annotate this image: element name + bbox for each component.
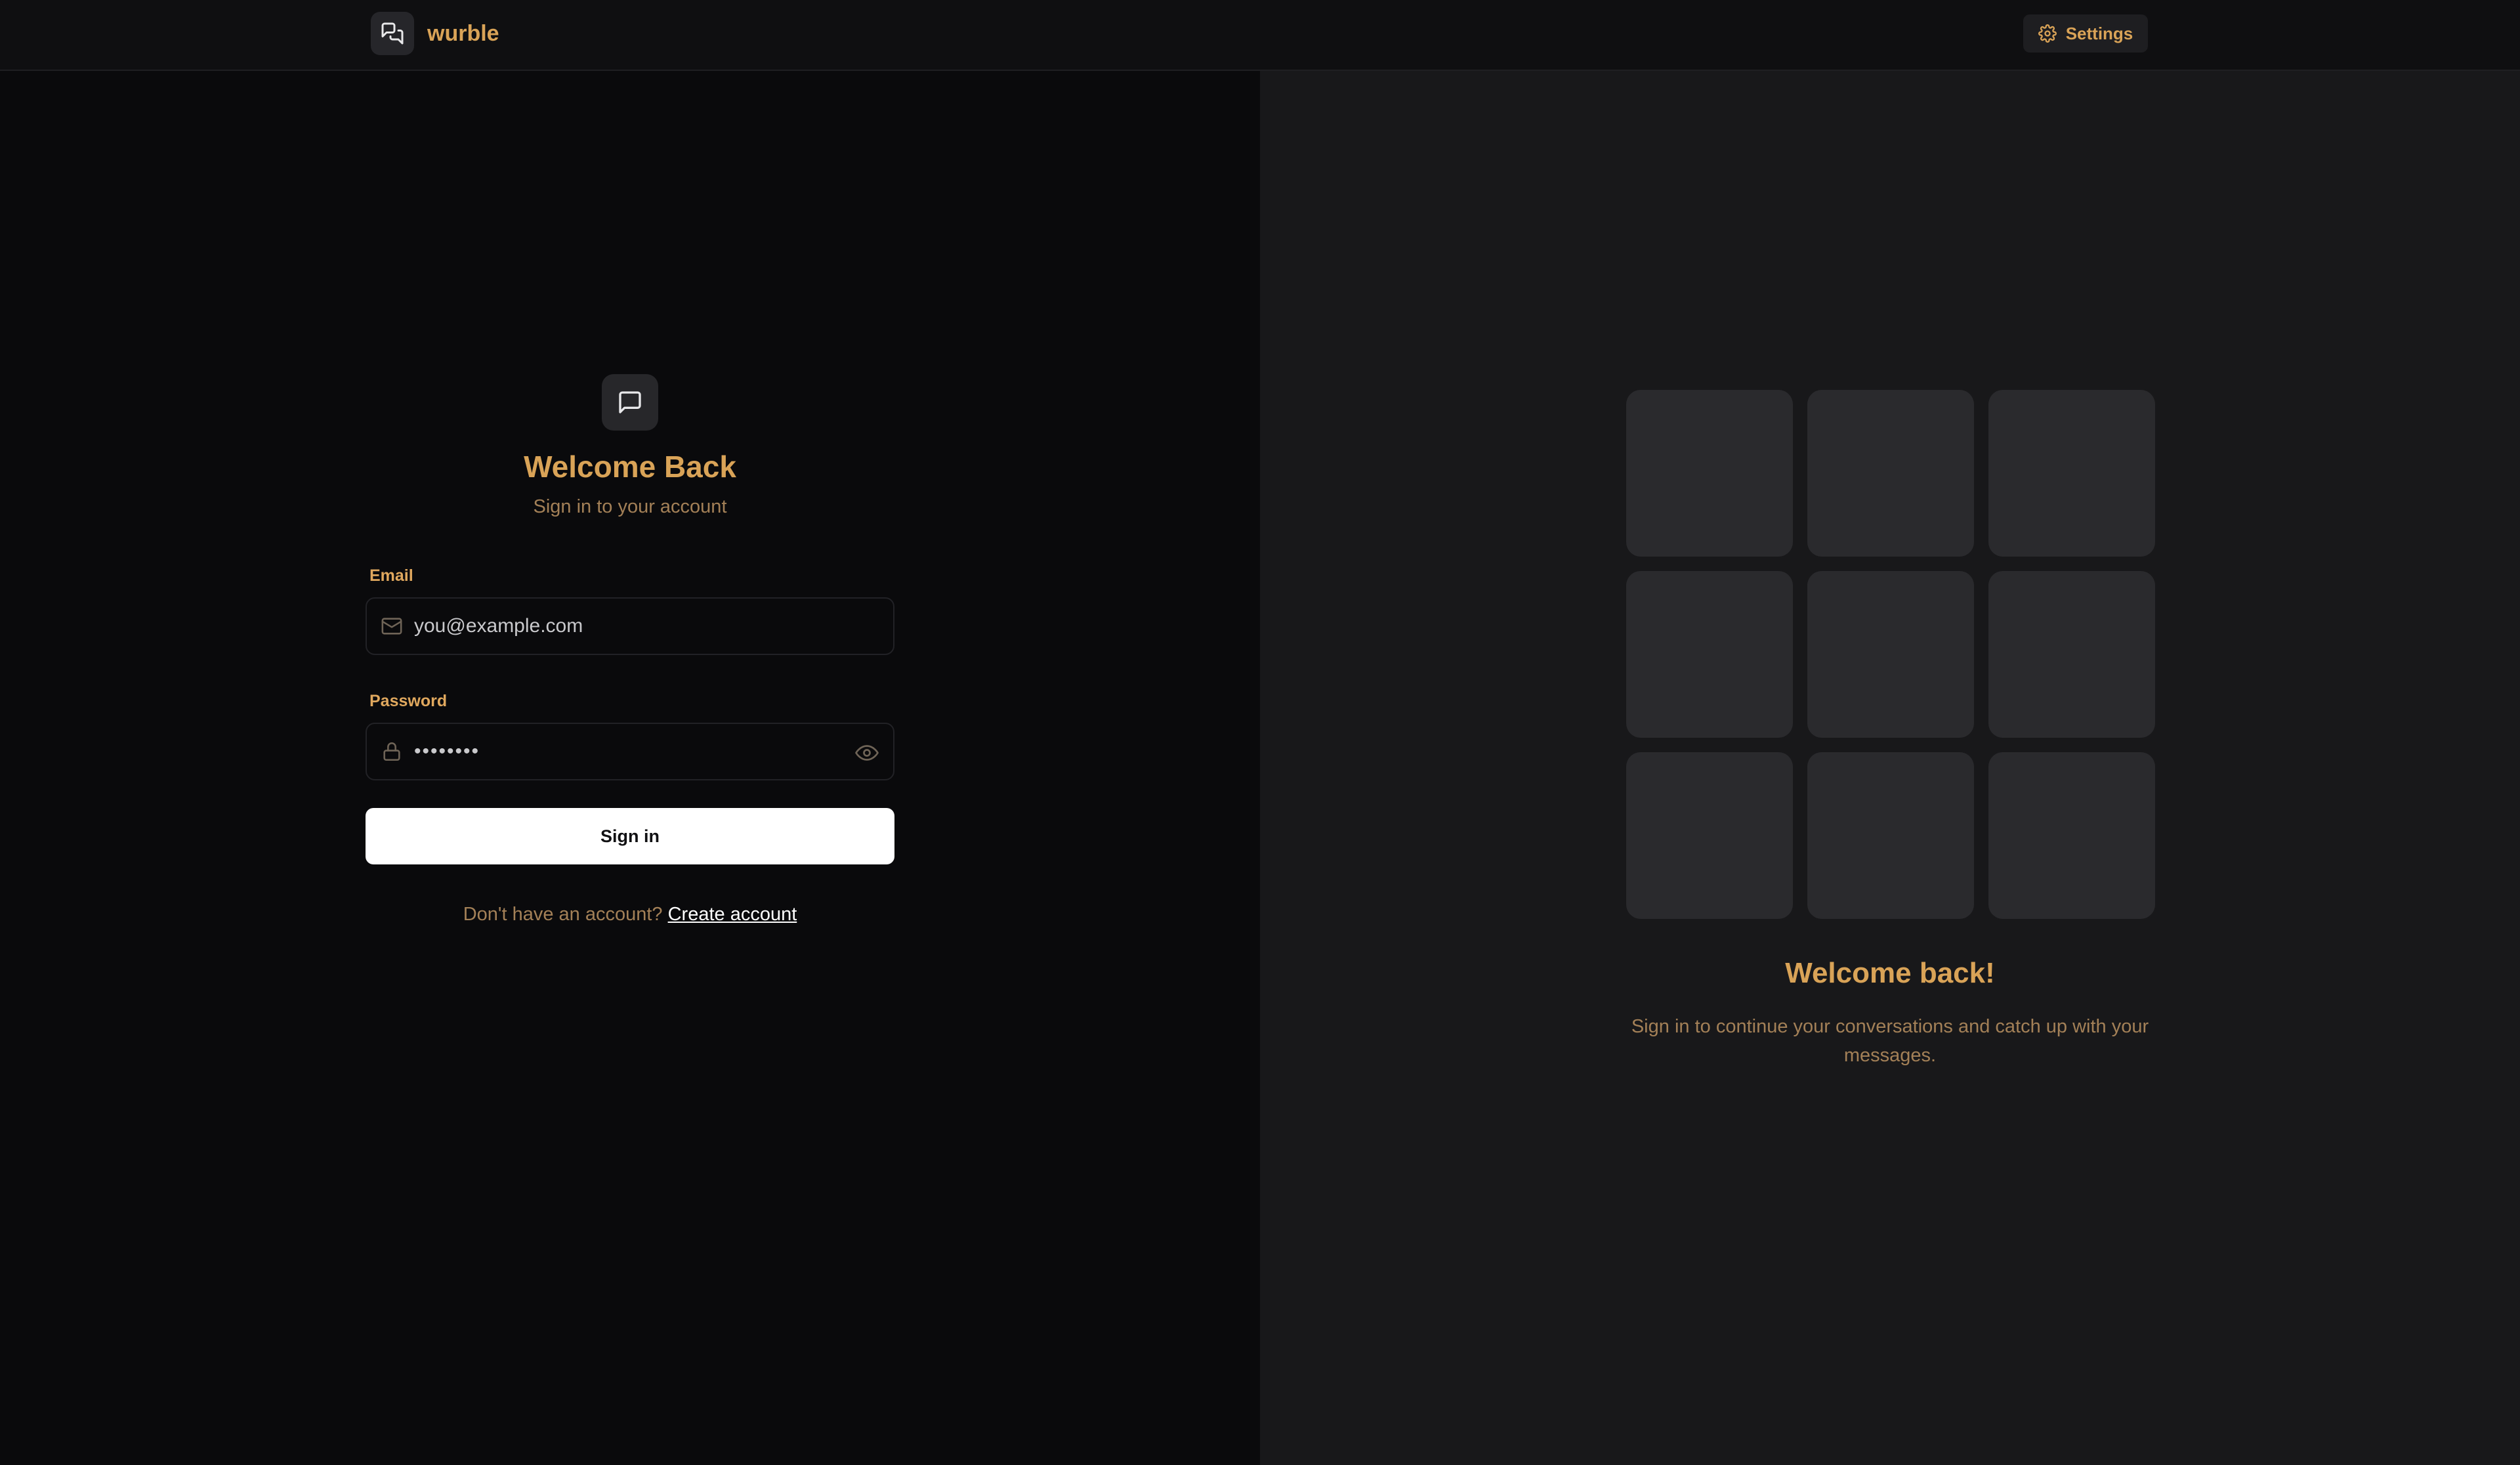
- placeholder-tile: [1626, 752, 1793, 919]
- eye-icon[interactable]: [855, 741, 879, 765]
- placeholder-tile: [1988, 571, 2155, 738]
- lock-icon: [380, 740, 404, 763]
- email-label: Email: [369, 566, 413, 585]
- sign-in-button[interactable]: Sign in: [366, 808, 894, 864]
- brand-name: wurble: [427, 20, 499, 46]
- login-title: Welcome Back: [524, 450, 736, 484]
- login-form: Welcome Back Sign in to your account Ema…: [366, 374, 894, 925]
- email-field[interactable]: you@example.com: [366, 597, 894, 655]
- password-value: ••••••••: [414, 740, 480, 762]
- create-account-link[interactable]: Create account: [668, 904, 797, 925]
- placeholder-tile: [1807, 752, 1974, 919]
- promo-title: Welcome back!: [1785, 957, 1995, 989]
- settings-label: Settings: [2065, 23, 2133, 43]
- settings-button[interactable]: Settings: [2023, 14, 2148, 53]
- mail-icon: [380, 614, 404, 638]
- placeholder-tile-grid: [1626, 390, 2155, 919]
- create-account-prompt: Don't have an account? Create account: [366, 904, 894, 925]
- placeholder-tile: [1807, 571, 1974, 738]
- promo-text: Sign in to continue your conversations a…: [1631, 1016, 2149, 1066]
- top-navbar: wurble Settings: [0, 0, 2520, 71]
- chat-bubble-icon: [602, 374, 658, 431]
- email-value: you@example.com: [414, 615, 583, 637]
- password-label: Password: [369, 692, 448, 710]
- placeholder-tile: [1807, 390, 1974, 557]
- placeholder-tile: [1988, 752, 2155, 919]
- brand[interactable]: wurble: [371, 12, 499, 55]
- placeholder-tile: [1988, 390, 2155, 557]
- password-field[interactable]: ••••••••: [366, 723, 894, 780]
- gear-icon: [2038, 24, 2057, 43]
- login-subtitle: Sign in to your account: [533, 496, 727, 517]
- chat-bubbles-icon: [371, 12, 414, 55]
- no-account-text: Don't have an account?: [463, 904, 663, 925]
- placeholder-tile: [1626, 571, 1793, 738]
- placeholder-tile: [1626, 390, 1793, 557]
